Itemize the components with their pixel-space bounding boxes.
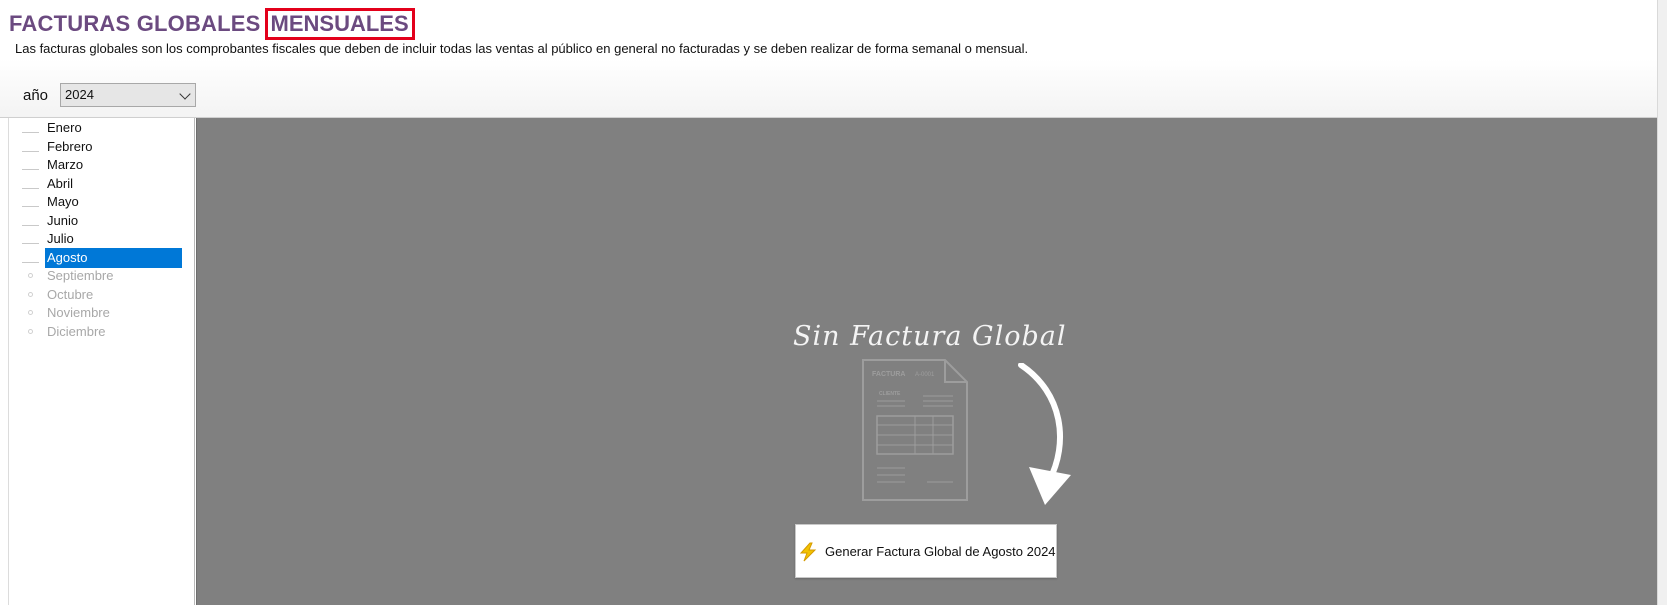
chevron-down-icon	[179, 88, 191, 100]
empty-state-title: Sin Factura Global	[793, 321, 1067, 352]
month-item-enero[interactable]: Enero	[9, 118, 195, 138]
doc-title: FACTURA	[872, 371, 905, 378]
header-panel: FACTURAS GLOBALES MENSUALES Las facturas…	[0, 0, 1658, 118]
radio-dot-icon	[28, 328, 33, 334]
title-text: FACTURAS GLOBALES	[9, 11, 261, 36]
tree-line	[22, 206, 39, 207]
doc-client: CLIENTE	[879, 391, 901, 397]
month-label: Mayo	[47, 194, 79, 209]
month-item-junio[interactable]: Junio	[9, 211, 195, 231]
tree-line	[22, 132, 39, 133]
month-item-febrero[interactable]: Febrero	[9, 137, 195, 157]
month-item-diciembre: Diciembre	[9, 322, 195, 342]
tree-line	[22, 187, 39, 189]
radio-dot-icon	[28, 273, 33, 278]
month-item-mayo[interactable]: Mayo	[9, 192, 195, 212]
month-label: Enero	[47, 120, 82, 135]
generate-button-label: Generar Factura Global de Agosto 2024	[825, 544, 1056, 559]
page-title: FACTURAS GLOBALES MENSUALES	[9, 8, 415, 40]
year-label: año	[23, 87, 49, 104]
title-highlight: MENSUALES	[264, 8, 415, 40]
tree-line	[22, 169, 39, 170]
detail-panel: Sin Factura Global FACTURA A-0001 CLIENT…	[196, 118, 1657, 605]
month-item-octubre: Octubre	[9, 285, 195, 305]
curved-arrow-icon	[1015, 362, 1075, 513]
month-label: Septiembre	[47, 268, 114, 283]
month-item-abril[interactable]: Abril	[9, 174, 195, 194]
generate-invoice-button[interactable]: Generar Factura Global de Agosto 2024	[795, 524, 1057, 578]
month-label: Noviembre	[47, 305, 110, 320]
month-label: Octubre	[47, 286, 94, 302]
month-label: Marzo	[47, 157, 84, 172]
doc-number: A-0001	[915, 372, 935, 378]
month-item-julio[interactable]: Julio	[9, 229, 195, 249]
month-list: Enero Febrero Marzo Abril Mayo Junio Jul…	[8, 118, 195, 605]
month-label: Junio	[47, 212, 79, 228]
month-label: Agosto	[45, 247, 182, 268]
page-description: Las facturas globales son los comprobant…	[15, 41, 1029, 56]
month-label: Julio	[47, 231, 74, 246]
month-item-agosto[interactable]: Agosto	[9, 247, 195, 268]
window-edge	[1657, 0, 1667, 605]
radio-dot-icon	[28, 310, 33, 315]
month-item-noviembre: Noviembre	[9, 303, 195, 323]
year-dropdown[interactable]: 2024	[60, 83, 196, 107]
lightning-bolt-icon	[799, 542, 817, 562]
month-label: Febrero	[47, 138, 93, 154]
tree-line	[22, 243, 39, 244]
month-label: Abril	[47, 175, 74, 191]
tree-line	[22, 150, 39, 152]
month-item-septiembre: Septiembre	[9, 266, 195, 286]
month-label: Diciembre	[47, 323, 106, 339]
radio-dot-icon	[28, 291, 33, 297]
year-selected-value: 2024	[65, 87, 94, 102]
tree-line	[22, 261, 39, 263]
month-item-marzo[interactable]: Marzo	[9, 155, 195, 175]
tree-line	[22, 224, 39, 226]
